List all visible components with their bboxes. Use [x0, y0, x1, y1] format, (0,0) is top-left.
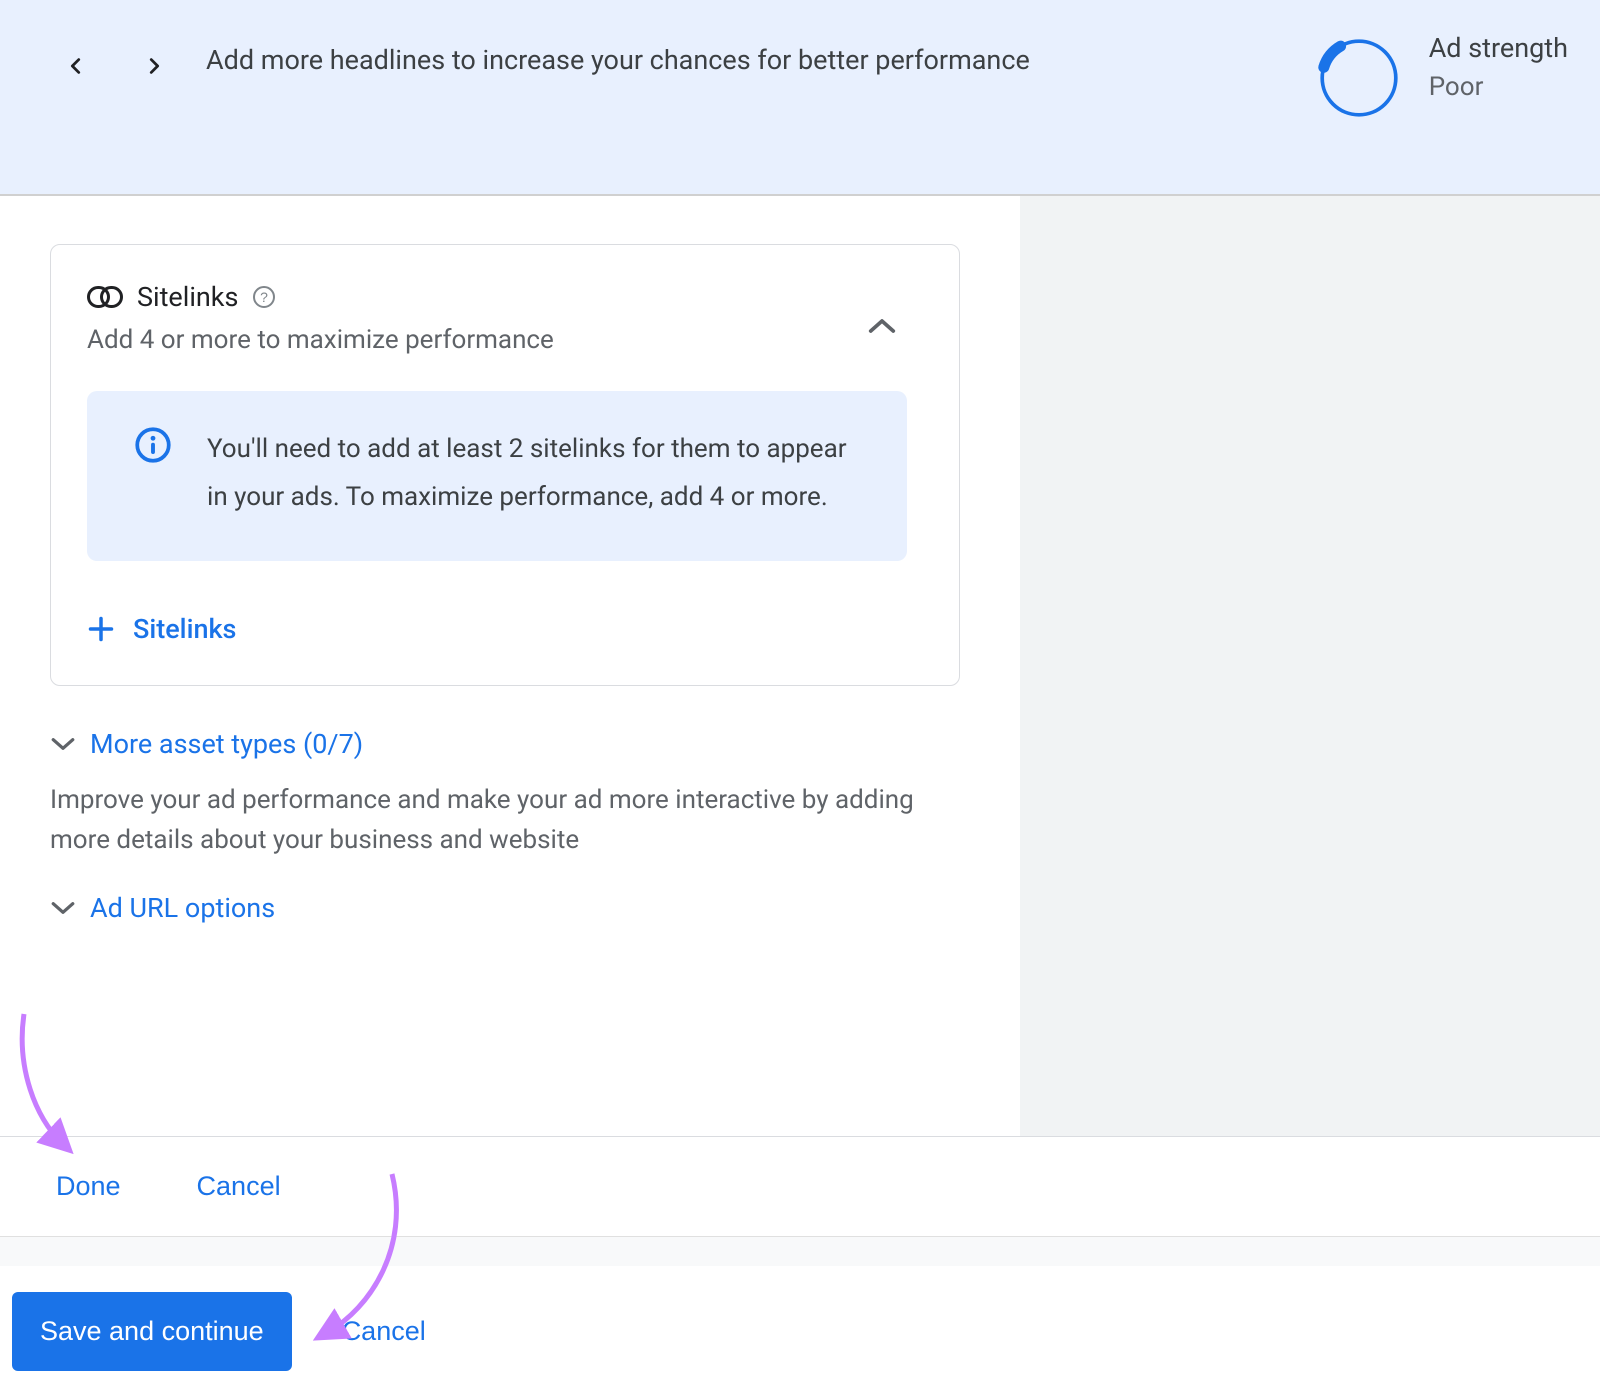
- banner-message: Add more headlines to increase your chan…: [206, 24, 1273, 80]
- info-icon: [135, 427, 171, 463]
- add-sitelinks-button[interactable]: Sitelinks: [87, 613, 907, 645]
- more-asset-types-desc: Improve your ad performance and make you…: [50, 780, 940, 860]
- more-asset-types-toggle[interactable]: More asset types (0/7): [50, 728, 1020, 760]
- ad-strength-banner: Add more headlines to increase your chan…: [0, 0, 1600, 196]
- done-button[interactable]: Done: [56, 1171, 121, 1202]
- sitelinks-subtitle: Add 4 or more to maximize performance: [87, 325, 554, 355]
- chevron-down-icon: [50, 900, 76, 916]
- ad-footer: Done Cancel: [0, 1136, 1600, 1236]
- preview-panel: [1020, 196, 1600, 1136]
- cancel-button[interactable]: Cancel: [197, 1171, 281, 1202]
- save-and-continue-button[interactable]: Save and continue: [12, 1292, 292, 1371]
- sitelinks-info-text: You'll need to add at least 2 sitelinks …: [207, 425, 859, 521]
- chevron-down-icon: [50, 736, 76, 752]
- more-asset-types-label: More asset types (0/7): [90, 728, 363, 760]
- next-tip-icon[interactable]: [142, 54, 166, 78]
- sitelinks-card: Sitelinks ? Add 4 or more to maximize pe…: [50, 244, 960, 686]
- sitelinks-info-box: You'll need to add at least 2 sitelinks …: [87, 391, 907, 561]
- collapse-sitelinks-icon[interactable]: [865, 309, 899, 343]
- link-icon: [87, 286, 123, 308]
- ad-url-options-label: Ad URL options: [90, 892, 275, 924]
- plus-icon: [87, 615, 115, 643]
- help-icon[interactable]: ?: [252, 285, 276, 309]
- prev-tip-icon[interactable]: [64, 54, 88, 78]
- ad-url-options-toggle[interactable]: Ad URL options: [50, 892, 1020, 924]
- add-sitelinks-label: Sitelinks: [133, 613, 236, 645]
- svg-text:?: ?: [261, 289, 269, 305]
- sitelinks-title: Sitelinks: [137, 281, 238, 313]
- ad-strength-ring-icon: [1313, 32, 1405, 124]
- ad-strength-label: Ad strength: [1429, 32, 1568, 64]
- ad-strength-value: Poor: [1429, 72, 1568, 102]
- campaign-footer: Save and continue Cancel: [0, 1266, 1600, 1397]
- cancel-button-2[interactable]: Cancel: [342, 1316, 426, 1347]
